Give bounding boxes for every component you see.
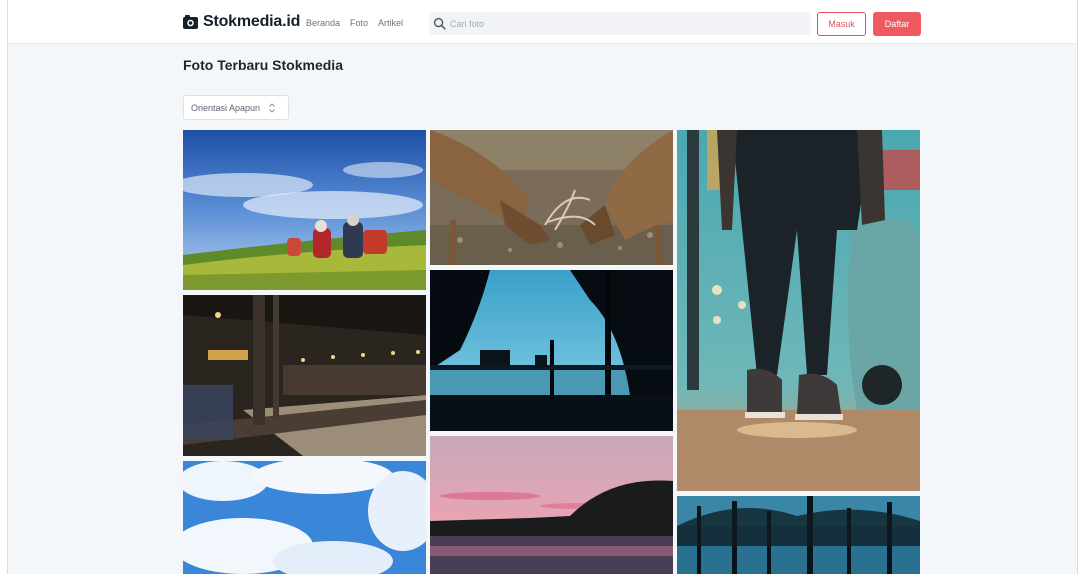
photo-clouds[interactable] xyxy=(183,461,426,574)
logo-icon xyxy=(183,14,198,29)
login-button[interactable]: Masuk xyxy=(817,12,866,36)
browser-viewport: Stokmedia.id Beranda Foto Artikel Masuk … xyxy=(7,0,1078,574)
photo-deer[interactable] xyxy=(430,130,673,265)
search-bar[interactable] xyxy=(429,12,811,35)
orientation-select-value: Orientasi Apapun xyxy=(191,102,261,113)
photo-forest-silhouette[interactable] xyxy=(677,496,920,574)
register-button[interactable]: Daftar xyxy=(873,12,921,36)
nav-artikel[interactable]: Artikel xyxy=(378,18,403,28)
search-input[interactable] xyxy=(450,18,790,29)
photo-street-sneakers[interactable] xyxy=(677,130,920,491)
photo-deer-image xyxy=(430,130,673,265)
logo-text: Stokmedia.id xyxy=(203,13,301,30)
photo-train-station[interactable] xyxy=(183,295,426,456)
photo-street-sneakers-image xyxy=(677,130,920,491)
site-logo[interactable]: Stokmedia.id xyxy=(182,13,300,31)
photo-pink-sunset-lake[interactable] xyxy=(430,436,673,574)
photo-tea-field[interactable] xyxy=(183,130,426,290)
photo-tea-field-image xyxy=(183,130,426,290)
search-icon xyxy=(433,17,446,30)
chevron-updown-icon xyxy=(269,102,275,113)
main-nav: Beranda Foto Artikel xyxy=(306,18,403,28)
photo-lake-silhouette[interactable] xyxy=(430,270,673,431)
orientation-select[interactable]: Orientasi Apapun xyxy=(183,95,289,120)
page-title: Foto Terbaru Stokmedia xyxy=(183,57,343,73)
photo-forest-silhouette-image xyxy=(677,496,920,574)
photo-pink-sunset-lake-image xyxy=(430,436,673,574)
top-navbar: Stokmedia.id Beranda Foto Artikel Masuk … xyxy=(8,0,1077,44)
photo-clouds-image xyxy=(183,461,426,574)
photo-lake-silhouette-image xyxy=(430,270,673,431)
nav-beranda[interactable]: Beranda xyxy=(306,18,340,28)
nav-foto[interactable]: Foto xyxy=(350,18,368,28)
photo-train-station-image xyxy=(183,295,426,456)
